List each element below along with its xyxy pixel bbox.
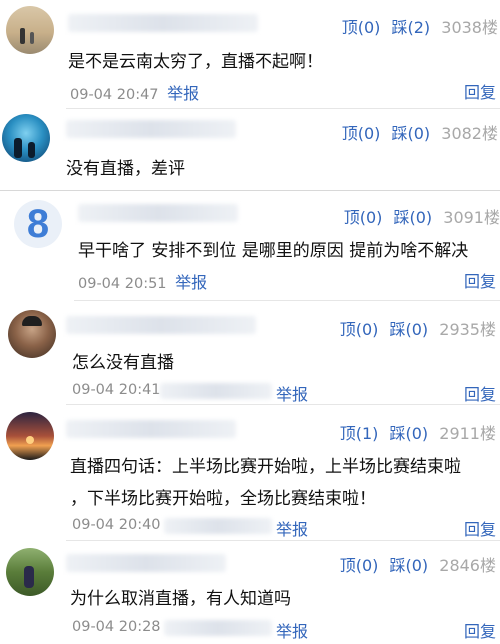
timestamp: 09-04 20:40 (72, 517, 161, 533)
comment-text-line: ，下半场比赛开始啦，全场比赛结束啦！ (70, 489, 376, 509)
username-blurred (66, 554, 226, 572)
divider (0, 190, 500, 191)
downvote-button[interactable]: 踩(0) (390, 320, 429, 339)
username-blurred (68, 14, 258, 32)
avatar-aquarium-icon[interactable] (2, 114, 50, 162)
comment-item: 顶(1) 踩(0) 2911楼 直播四句话：上半场比赛开始啦，上半场比赛结束啦 … (0, 406, 500, 542)
avatar-sunset-icon[interactable] (6, 412, 54, 460)
reply-link[interactable]: 回复 (464, 516, 496, 540)
report-link[interactable]: 举报 (276, 618, 308, 642)
divider (66, 540, 500, 541)
comment-item: 顶(0) 踩(0) 3082楼 没有直播，差评 (0, 110, 500, 192)
reply-link[interactable]: 回复 (464, 381, 496, 405)
report-link[interactable]: 举报 (167, 84, 199, 103)
vote-actions: 顶(0) 踩(0) 3091楼 (344, 204, 500, 228)
comment-time: 09-04 20:28 (72, 619, 161, 635)
upvote-button[interactable]: 顶(0) (342, 18, 381, 37)
report-link[interactable]: 举报 (276, 516, 308, 540)
username-blurred (66, 316, 256, 334)
downvote-button[interactable]: 踩(0) (392, 124, 431, 143)
floor-number: 3091楼 (443, 208, 500, 227)
timestamp: 09-04 20:28 (72, 619, 161, 635)
username-blurred (78, 204, 238, 222)
comment-text: 怎么没有直播 (72, 353, 174, 373)
upvote-button[interactable]: 顶(0) (340, 556, 379, 575)
timestamp: 09-04 20:47 (70, 87, 159, 103)
blurred-source (164, 518, 272, 534)
comment-item: 顶(0) 踩(0) 2846楼 为什么取消直播，有人知道吗 09-04 20:2… (0, 542, 500, 644)
floor-number: 3082楼 (441, 124, 498, 143)
downvote-button[interactable]: 踩(0) (390, 556, 429, 575)
divider (66, 404, 500, 405)
reply-link[interactable]: 回复 (464, 268, 496, 292)
timestamp: 09-04 20:41 (72, 382, 161, 398)
report-link[interactable]: 举报 (175, 273, 207, 292)
avatar-beach-icon[interactable] (6, 6, 54, 54)
comment-time: 09-04 20:40 (72, 517, 161, 533)
downvote-button[interactable]: 踩(0) (394, 208, 433, 227)
comment-item: 8 顶(0) 踩(0) 3091楼 早干啥了 安排不到位 是哪里的原因 提前为啥… (0, 192, 500, 302)
upvote-button[interactable]: 顶(0) (344, 208, 383, 227)
divider (74, 300, 500, 301)
vote-actions: 顶(0) 踩(0) 3082楼 (342, 120, 498, 144)
comment-time: 09-04 20:47 举报 (70, 80, 199, 104)
upvote-button[interactable]: 顶(0) (342, 124, 381, 143)
vote-actions: 顶(1) 踩(0) 2911楼 (340, 420, 496, 444)
username-blurred (66, 420, 236, 438)
vote-actions: 顶(0) 踩(0) 2846楼 (340, 552, 496, 576)
comment-time: 09-04 20:51 举报 (78, 269, 207, 293)
avatar-baidu-icon[interactable]: 8 (14, 200, 62, 248)
vote-actions: 顶(0) 踩(2) 3038楼 (342, 14, 498, 38)
comment-text: 是不是云南太穷了，直播不起啊！ (68, 52, 323, 72)
avatar-portrait-icon[interactable] (8, 310, 56, 358)
comment-time: 09-04 20:41 (72, 382, 161, 398)
timestamp: 09-04 20:51 (78, 276, 167, 292)
upvote-button[interactable]: 顶(0) (340, 320, 379, 339)
comment-text: 为什么取消直播，有人知道吗 (70, 589, 291, 609)
downvote-button[interactable]: 踩(0) (390, 424, 429, 443)
floor-number: 2846楼 (439, 556, 496, 575)
comment-text: 早干啥了 安排不到位 是哪里的原因 提前为啥不解决 (78, 241, 469, 261)
downvote-button[interactable]: 踩(2) (392, 18, 431, 37)
reply-link[interactable]: 回复 (464, 618, 496, 642)
floor-number: 2935楼 (439, 320, 496, 339)
report-link[interactable]: 举报 (276, 381, 308, 405)
upvote-button[interactable]: 顶(1) (340, 424, 379, 443)
comment-item: 顶(0) 踩(2) 3038楼 是不是云南太穷了，直播不起啊！ 09-04 20… (0, 0, 500, 110)
divider (66, 108, 500, 109)
blurred-source (164, 620, 272, 636)
reply-link[interactable]: 回复 (464, 79, 496, 103)
username-blurred (66, 120, 236, 138)
floor-number: 2911楼 (439, 424, 496, 443)
comment-item: 顶(0) 踩(0) 2935楼 怎么没有直播 09-04 20:41 举报 回复 (0, 302, 500, 406)
blurred-source (160, 383, 272, 399)
floor-number: 3038楼 (441, 18, 498, 37)
vote-actions: 顶(0) 踩(0) 2935楼 (340, 316, 496, 340)
avatar-outdoor-icon[interactable] (6, 548, 54, 596)
comment-text-line: 直播四句话：上半场比赛开始啦，上半场比赛结束啦 (70, 457, 461, 477)
comment-text: 没有直播，差评 (66, 159, 185, 179)
